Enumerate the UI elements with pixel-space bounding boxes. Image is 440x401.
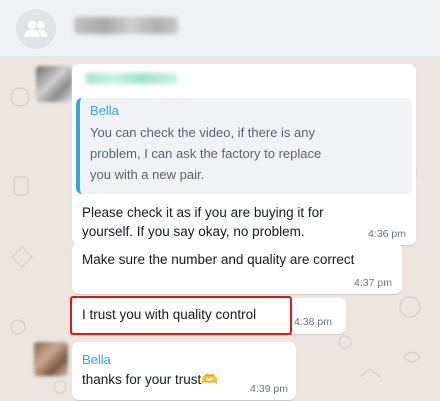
chat-header: [0, 0, 440, 57]
message-timestamp: 4:38 pm: [294, 316, 332, 328]
chat-area: Bella You can check the video, if there …: [0, 57, 440, 401]
message-text: thanks for your trust🫶: [82, 372, 219, 387]
quoted-message[interactable]: Bella You can check the video, if there …: [76, 98, 412, 194]
message-timestamp: 4:36 pm: [368, 228, 406, 240]
quoted-text-line: you with a new pair.: [90, 167, 205, 182]
highlight-box: [70, 296, 292, 335]
sender-avatar[interactable]: [36, 66, 72, 102]
quoted-text-line: You can check the video, if there is any: [90, 125, 315, 140]
redacted-group-name: [74, 17, 178, 34]
message-timestamp: 4:39 pm: [250, 383, 288, 395]
group-avatar[interactable]: [16, 9, 56, 49]
redacted-sender-name: [86, 73, 178, 84]
sender-avatar[interactable]: [34, 342, 68, 376]
message-text: Please check it as if you are buying it …: [82, 205, 324, 220]
group-icon: [24, 20, 48, 37]
message-bubble: Make sure the number and quality are cor…: [72, 243, 402, 294]
quoted-text-line: problem, I can ask the factory to replac…: [90, 146, 322, 161]
message-bubble: Bella thanks for your trust🫶 4:39 pm: [72, 342, 296, 400]
sender-name[interactable]: Bella: [82, 352, 111, 367]
message-text: Make sure the number and quality are cor…: [82, 252, 355, 267]
message-bubble: Bella You can check the video, if there …: [72, 64, 416, 245]
quoted-author: Bella: [90, 103, 119, 118]
message-text: yourself. If you say okay, no problem.: [82, 224, 305, 239]
message-timestamp: 4:37 pm: [354, 277, 392, 289]
